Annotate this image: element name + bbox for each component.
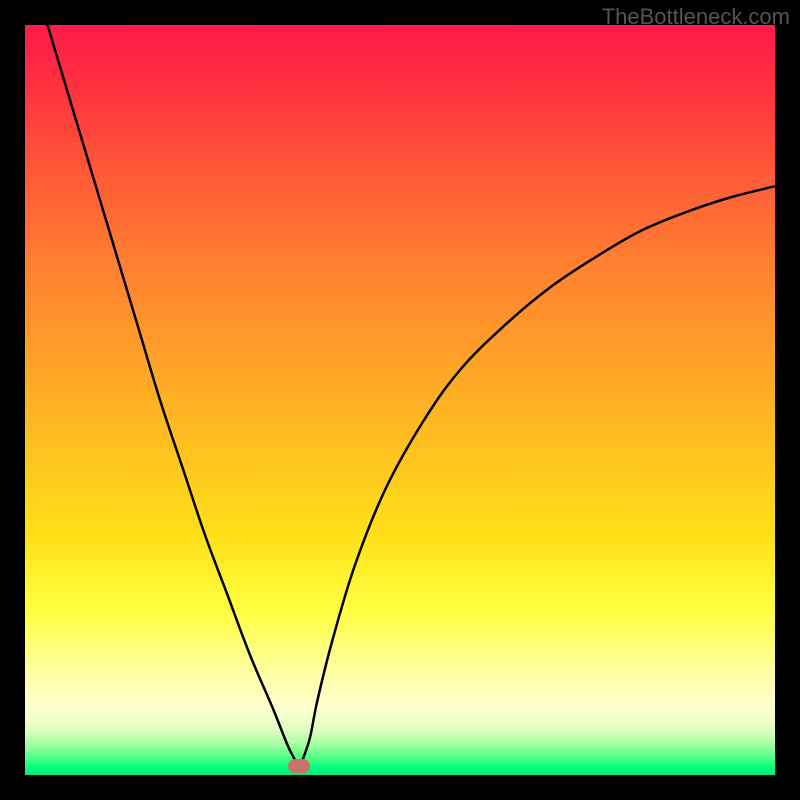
- curve-path: [48, 25, 776, 768]
- optimal-point-marker: [288, 759, 310, 773]
- bottleneck-curve: [25, 25, 775, 775]
- chart-plot-area: [25, 25, 775, 775]
- watermark-text: TheBottleneck.com: [602, 4, 790, 30]
